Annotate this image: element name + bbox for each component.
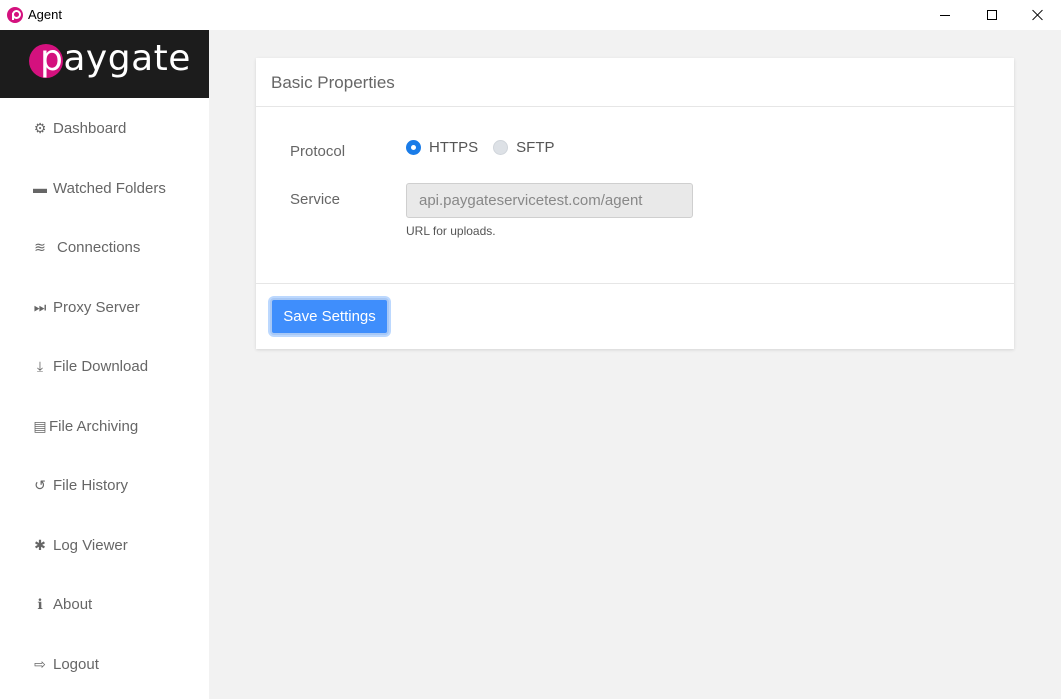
protocol-radio-group: HTTPS SFTP — [406, 138, 570, 156]
service-url-input[interactable] — [406, 183, 693, 218]
sidebar-item-label: File Archiving — [49, 417, 139, 435]
sidebar-item-connections[interactable]: ≋ Connections — [0, 227, 209, 267]
sidebar-item-watched-folders[interactable]: ▬ Watched Folders — [0, 168, 209, 208]
service-help-text: URL for uploads. — [406, 224, 496, 238]
window-title: Agent — [28, 7, 62, 22]
history-icon: ↺ — [34, 476, 46, 493]
save-settings-button[interactable]: Save Settings — [270, 298, 389, 335]
sidebar-item-label: Dashboard — [53, 119, 127, 137]
https-radio[interactable] — [406, 139, 421, 155]
brand-name: paygate — [40, 38, 191, 79]
sidebar-item-file-history[interactable]: ↺ File History — [0, 465, 209, 505]
app-logo-icon — [7, 7, 23, 23]
sidebar: paygate ⚙ Dashboard ▬ Watched Folders ≋ … — [0, 30, 209, 699]
sidebar-item-about[interactable]: ℹ About — [0, 584, 209, 624]
sidebar-item-label: Proxy Server — [53, 298, 140, 316]
https-radio-label[interactable]: HTTPS — [429, 139, 478, 156]
sidebar-item-log-viewer[interactable]: ✱ Log Viewer — [0, 525, 209, 565]
sidebar-item-label: File History — [53, 476, 129, 494]
archive-file-icon: ▤ — [33, 417, 47, 434]
maximize-button[interactable] — [969, 0, 1015, 30]
title-bar: Agent — [0, 0, 1061, 30]
panel-title: Basic Properties — [271, 73, 395, 92]
download-icon: ⤓ — [36, 357, 44, 374]
close-button[interactable] — [1015, 0, 1061, 30]
maximize-icon — [987, 10, 997, 20]
sidebar-item-proxy-server[interactable]: ⏭ Proxy Server — [0, 287, 209, 327]
minimize-button[interactable] — [922, 0, 968, 30]
sftp-radio[interactable] — [493, 139, 509, 155]
wifi-icon: ≋ — [34, 238, 46, 255]
sidebar-item-logout[interactable]: ⇨ Logout — [0, 644, 209, 684]
fast-forward-icon: ⏭ — [33, 298, 47, 315]
folder-icon: ▬ — [33, 180, 47, 196]
panel-footer: Save Settings — [256, 283, 1014, 349]
sidebar-item-dashboard[interactable]: ⚙ Dashboard — [0, 108, 209, 148]
gear-icon: ⚙ — [33, 119, 47, 136]
brand-logo: paygate — [0, 30, 209, 98]
protocol-label: Protocol — [290, 143, 346, 160]
sidebar-item-label: About — [53, 595, 93, 613]
bug-icon: ✱ — [34, 536, 46, 553]
sidebar-item-label: Log Viewer — [53, 536, 128, 554]
info-icon: ℹ — [37, 595, 43, 612]
basic-properties-panel: Basic Properties Protocol HTTPS SFTP Ser… — [256, 58, 1014, 349]
sidebar-item-label: Logout — [53, 655, 99, 673]
sign-out-icon: ⇨ — [34, 655, 46, 672]
sidebar-item-label: File Download — [53, 357, 149, 375]
close-icon — [1032, 9, 1044, 21]
panel-header: Basic Properties — [256, 58, 1014, 107]
sidebar-item-label: Connections — [57, 238, 141, 256]
sidebar-item-file-archiving[interactable]: ▤ File Archiving — [0, 406, 209, 446]
sftp-radio-label[interactable]: SFTP — [516, 139, 554, 156]
sidebar-item-label: Watched Folders — [53, 179, 166, 197]
sidebar-item-file-download[interactable]: ⤓ File Download — [0, 346, 209, 386]
service-label: Service — [290, 191, 341, 208]
minimize-icon — [940, 14, 950, 16]
